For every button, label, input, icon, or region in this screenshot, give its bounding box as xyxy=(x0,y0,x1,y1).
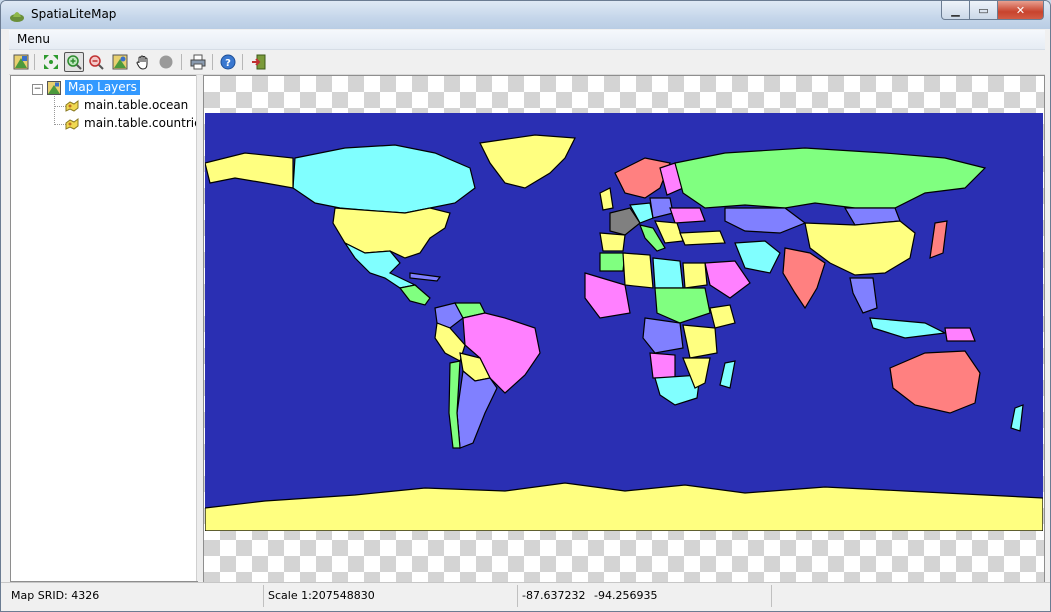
minimize-icon: ▁ xyxy=(951,3,960,17)
menu-bar: Menu xyxy=(9,30,1045,50)
country-spain xyxy=(599,232,626,252)
stop-icon xyxy=(159,55,173,69)
map-canvas[interactable] xyxy=(203,75,1045,583)
splitter-handle[interactable] xyxy=(196,75,203,581)
identify-icon xyxy=(112,54,128,70)
close-icon: ✕ xyxy=(1015,3,1026,17)
country-libya xyxy=(652,257,684,289)
toolbar-separator xyxy=(212,54,213,70)
layers-tree-panel[interactable]: − Map Layers main.table.ocean main.table… xyxy=(10,75,208,582)
status-separator xyxy=(771,585,772,607)
layer-config-button[interactable] xyxy=(12,53,30,71)
window-title: SpatiaLiteMap xyxy=(31,7,117,21)
layer-item-countries[interactable]: main.table.countries xyxy=(84,116,208,131)
status-longitude: -87.637232 xyxy=(522,589,586,602)
country-turkey xyxy=(679,230,726,246)
country-ethiopia xyxy=(709,304,736,329)
title-bar[interactable]: SpatiaLiteMap ▁ ▭ ✕ xyxy=(1,1,1050,29)
country-papua xyxy=(944,327,976,342)
pan-hand-icon xyxy=(136,55,148,70)
toolbar-separator xyxy=(34,54,35,70)
tree-expander[interactable]: − xyxy=(32,84,43,95)
status-latitude: -94.256935 xyxy=(594,589,658,602)
toolbar-separator xyxy=(181,54,182,70)
layer-countries-icon xyxy=(65,118,79,130)
zoom-out-button[interactable] xyxy=(87,53,105,71)
print-icon xyxy=(190,54,206,70)
help-button[interactable]: ? xyxy=(219,53,237,71)
help-icon: ? xyxy=(220,54,236,70)
maximize-button[interactable]: ▭ xyxy=(969,1,998,20)
country-egypt xyxy=(682,262,708,289)
country-angola xyxy=(649,352,676,379)
zoom-out-icon xyxy=(89,55,104,70)
close-button[interactable]: ✕ xyxy=(997,1,1044,20)
identify-button[interactable] xyxy=(111,53,129,71)
toolbar-separator xyxy=(242,54,243,70)
zoom-full-extent-icon xyxy=(44,55,58,69)
status-bar: Map SRID: 4326 Scale 1:207548830 -87.637… xyxy=(1,582,1050,611)
layer-config-icon xyxy=(13,54,29,70)
layer-item-ocean[interactable]: main.table.ocean xyxy=(84,98,188,113)
exit-button[interactable] xyxy=(250,53,268,71)
app-icon xyxy=(10,12,24,22)
status-separator xyxy=(517,585,518,607)
country-morocco xyxy=(599,252,626,272)
pan-button[interactable] xyxy=(134,53,152,71)
layer-ocean-icon xyxy=(65,100,79,112)
status-scale: Scale 1:207548830 xyxy=(268,589,375,602)
status-srid: Map SRID: 4326 xyxy=(11,589,100,602)
zoom-full-extent-button[interactable] xyxy=(42,53,60,71)
maximize-icon: ▭ xyxy=(978,3,989,17)
status-separator xyxy=(263,585,264,607)
tree-root-map-layers[interactable]: Map Layers xyxy=(65,80,140,95)
country-ukraine xyxy=(669,207,706,224)
world-map[interactable] xyxy=(205,113,1043,531)
window-controls: ▁ ▭ ✕ xyxy=(941,1,1044,21)
menu-item-menu[interactable]: Menu xyxy=(17,32,50,46)
exit-icon xyxy=(252,54,266,70)
print-button[interactable] xyxy=(189,53,207,71)
stop-button[interactable] xyxy=(157,53,175,71)
map-layers-icon xyxy=(47,81,61,95)
toolbar: ? xyxy=(9,50,1045,75)
svg-text:?: ? xyxy=(225,58,231,69)
tree-line xyxy=(54,96,55,125)
minimize-button[interactable]: ▁ xyxy=(941,1,970,20)
country-algeria xyxy=(622,252,654,289)
zoom-in-icon xyxy=(67,55,82,70)
app-window: SpatiaLiteMap ▁ ▭ ✕ Menu ? − Map Layers … xyxy=(0,0,1051,612)
zoom-in-button[interactable] xyxy=(64,52,84,72)
